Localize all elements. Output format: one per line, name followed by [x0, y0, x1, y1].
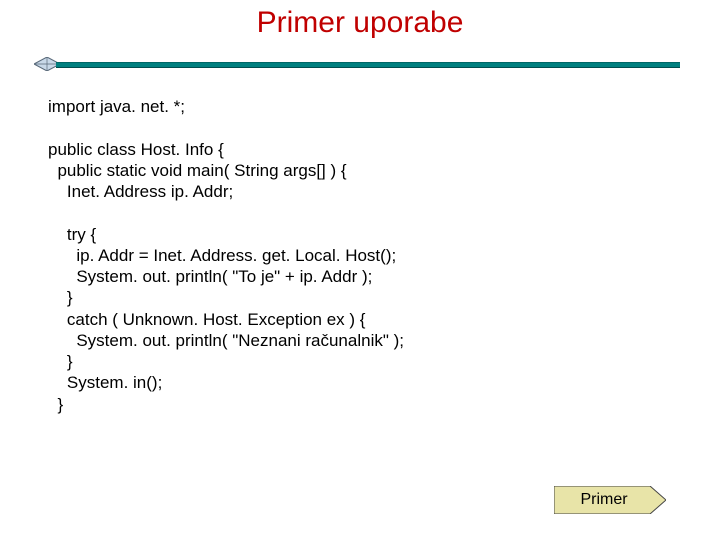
code-block: import java. net. *; public class Host. … [48, 96, 720, 415]
slide: Primer uporabe import java. net. *; publ… [0, 6, 720, 546]
primer-button-label: Primer [554, 486, 654, 514]
primer-button[interactable]: Primer [554, 486, 666, 514]
slide-title: Primer uporabe [0, 6, 720, 40]
title-underline [16, 54, 680, 76]
horizontal-rule [56, 62, 680, 68]
